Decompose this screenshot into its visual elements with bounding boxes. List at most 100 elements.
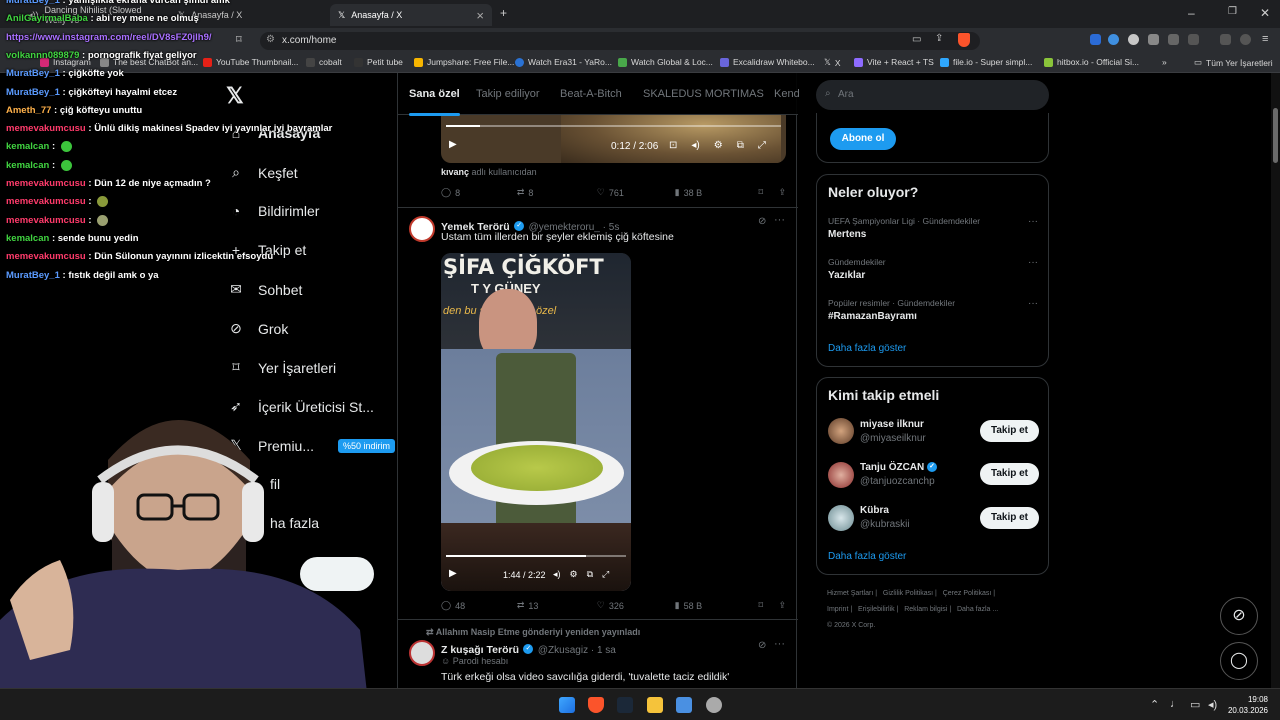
scrollbar-thumb[interactable] <box>1273 108 1278 163</box>
views-button[interactable]: ▮ 58 B <box>675 600 759 611</box>
bookmark-vite[interactable]: Vite + React + TS <box>854 57 934 67</box>
chat-username[interactable]: memevakumcusu <box>6 178 86 189</box>
extension-icon[interactable] <box>1148 34 1159 45</box>
chat-username[interactable]: MuratBey_1 <box>6 68 60 79</box>
share-icon[interactable]: ⇪ <box>935 33 943 44</box>
volume-icon[interactable]: ◂) <box>553 569 561 580</box>
video-player-1[interactable]: ▶ 0:12 / 2:06 ⊡ ◂) ⚙ ⧉ ⤢ <box>441 115 786 163</box>
chat-username[interactable]: memevakumcusu <box>6 123 86 134</box>
avatar[interactable] <box>409 640 435 666</box>
chat-text[interactable]: https://www.instagram.com/reel/DV8sFZ0jl… <box>6 32 212 43</box>
follow-button[interactable]: Takip et <box>980 420 1039 442</box>
avatar[interactable] <box>409 216 435 242</box>
microphone-icon[interactable]: ♩ <box>1170 698 1181 710</box>
footer-link[interactable]: Daha fazla ... <box>957 606 998 613</box>
video-progress-bar[interactable] <box>446 125 781 127</box>
play-icon[interactable]: ▶ <box>449 568 457 579</box>
bookmark-petit-tube[interactable]: Petit tube <box>354 57 403 67</box>
chat-username[interactable]: AnilGayirmalBaba <box>6 13 88 24</box>
grok-icon[interactable]: ⊘ <box>758 216 766 227</box>
chat-username[interactable]: memevakumcusu <box>6 215 86 226</box>
footer-link[interactable]: Gizlilik Politikası <box>883 590 933 597</box>
bookmark-global[interactable]: Watch Global & Loc... <box>618 57 713 67</box>
brave-browser-icon[interactable] <box>588 697 604 713</box>
extension-icon[interactable] <box>1128 34 1139 45</box>
more-options-icon[interactable]: ··· <box>774 638 785 650</box>
puzzle-icon[interactable] <box>1168 34 1179 45</box>
chat-username[interactable]: MuratBey_1 <box>6 270 60 281</box>
trend-name[interactable]: #RamazanBayramı <box>828 311 917 322</box>
volume-icon[interactable]: ◂) <box>691 140 699 151</box>
like-button[interactable]: ♡ 761 <box>597 187 675 198</box>
fullscreen-icon[interactable]: ⤢ <box>602 569 609 580</box>
system-clock[interactable]: 19:08 20.03.2026 <box>1228 694 1268 716</box>
chat-username[interactable]: kemalcan <box>6 160 49 171</box>
nav-bookmarks[interactable]: ⌑ Yer İşaretleri <box>228 359 336 376</box>
bookmark-hitbox[interactable]: hitbox.io - Official Si... <box>1044 57 1139 67</box>
tray-chevron-icon[interactable]: ⌃ <box>1150 698 1159 711</box>
chat-username[interactable]: MuratBey_1 <box>6 87 60 98</box>
extension-icon[interactable] <box>1108 34 1119 45</box>
close-tab-icon[interactable]: × <box>476 8 484 23</box>
chat-username[interactable]: kemalcan <box>6 233 49 244</box>
network-icon[interactable]: ▭ <box>1190 698 1200 711</box>
captions-icon[interactable]: ⊡ <box>669 140 677 151</box>
bookmark-post-icon[interactable]: ⌑ <box>758 600 778 611</box>
pip-icon[interactable]: ⧉ <box>737 140 744 151</box>
bookmark-jumpshare[interactable]: Jumpshare: Free File... <box>414 57 514 67</box>
menu-icon[interactable]: ≡ <box>1262 33 1268 45</box>
suggested-user-name[interactable]: Tanju ÖZCAN ✓ <box>860 462 938 473</box>
more-options-icon[interactable]: ··· <box>1028 298 1038 309</box>
url-field[interactable]: ⚙ x.com/home <box>260 32 980 50</box>
file-explorer-icon[interactable] <box>647 697 663 713</box>
playlist-icon[interactable] <box>1220 34 1231 45</box>
sidebar-icon[interactable] <box>1188 34 1199 45</box>
avatar[interactable] <box>828 418 854 444</box>
subscribe-button[interactable]: Abone ol <box>830 128 896 150</box>
bookmark-fileio[interactable]: file.io - Super simpl... <box>940 57 1032 67</box>
chat-username[interactable]: memevakumcusu <box>6 251 86 262</box>
chat-username[interactable]: Ameth_77 <box>6 105 51 116</box>
footer-link[interactable]: Reklam bilgisi <box>904 606 947 613</box>
footer-link[interactable]: Hizmet Şartları <box>827 590 873 597</box>
app-icon[interactable] <box>676 697 692 713</box>
show-more-link[interactable]: Daha fazla göster <box>828 343 906 354</box>
author-name[interactable]: Z kuşağı Terörü <box>441 644 519 656</box>
suggested-user-name[interactable]: Kübra <box>860 505 889 516</box>
tab-kend[interactable]: Kend <box>774 88 800 100</box>
more-bookmarks-icon[interactable]: » <box>1162 57 1167 67</box>
messages-fab[interactable]: ◯ <box>1220 642 1258 680</box>
brave-shield-icon[interactable] <box>958 33 970 47</box>
follow-button[interactable]: Takip et <box>980 463 1039 485</box>
share-post-icon[interactable]: ⇪ <box>778 187 786 198</box>
chat-username[interactable]: MuratBey_1 <box>6 0 60 6</box>
minimize-button[interactable]: – <box>1188 6 1195 20</box>
chat-username[interactable]: kemalcan <box>6 141 49 152</box>
follow-button[interactable]: Takip et <box>980 507 1039 529</box>
show-more-link[interactable]: Daha fazla göster <box>828 551 906 562</box>
credit-user[interactable]: kıvanç <box>441 167 469 177</box>
cast-icon[interactable]: ▭ <box>912 34 921 45</box>
fullscreen-icon[interactable]: ⤢ <box>758 140 766 151</box>
search-input[interactable]: ⌕ Ara <box>816 80 1049 110</box>
nav-creator-studio[interactable]: ➶ İçerik Üreticisi St... <box>228 398 374 415</box>
browser-tab-x-active[interactable]: 𝕏 Anasayfa / X × <box>330 4 492 26</box>
vpn-icon[interactable] <box>1240 34 1251 45</box>
repost-button[interactable]: ⇄ 13 <box>517 600 597 611</box>
close-window-button[interactable]: ✕ <box>1260 6 1270 20</box>
like-button[interactable]: ♡ 326 <box>597 600 675 611</box>
windows-start-icon[interactable] <box>559 697 575 713</box>
tab-beat-a-bitch[interactable]: Beat-A-Bitch <box>560 88 622 100</box>
trend-name[interactable]: Mertens <box>828 229 866 240</box>
settings-icon[interactable]: ⚙ <box>714 140 723 151</box>
bookmark-era31[interactable]: Watch Era31 - YaRo... <box>515 57 612 67</box>
extension-icon[interactable] <box>1090 34 1101 45</box>
footer-link[interactable]: Imprint <box>827 606 848 613</box>
reply-button[interactable]: ◯ 8 <box>441 187 517 198</box>
all-bookmarks[interactable]: ▭ Tüm Yer İşaretleri <box>1194 57 1273 68</box>
avatar[interactable] <box>828 462 854 488</box>
bookmark-post-icon[interactable]: ⌑ <box>758 187 778 198</box>
footer-link[interactable]: Çerez Politikası <box>943 590 992 597</box>
nav-grok[interactable]: ⊘ Grok <box>228 320 288 337</box>
repost-button[interactable]: ⇄ 8 <box>517 187 597 198</box>
